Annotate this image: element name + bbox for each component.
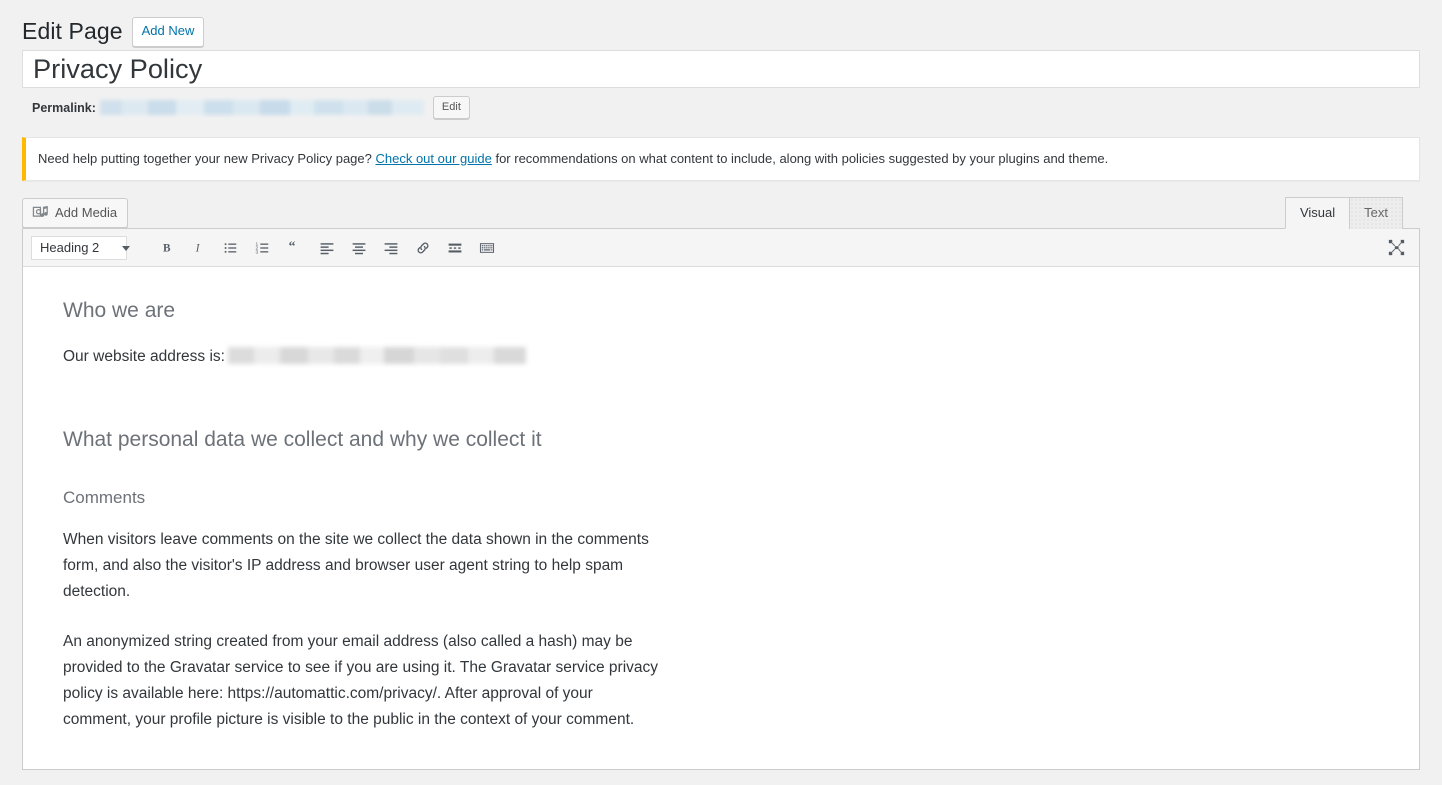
numbered-list-icon[interactable]: 1 2 3 xyxy=(247,235,279,261)
media-icon xyxy=(31,204,49,222)
bold-icon[interactable]: B xyxy=(151,235,183,261)
editor-content-area[interactable]: Who we are Our website address is: What … xyxy=(23,266,1419,769)
svg-text:B: B xyxy=(163,243,171,255)
kitchen-sink-icon[interactable] xyxy=(471,235,503,261)
bulleted-list-icon[interactable] xyxy=(215,235,247,261)
read-more-icon[interactable] xyxy=(439,235,471,261)
permalink-label: Permalink: xyxy=(32,100,96,115)
align-right-icon[interactable] xyxy=(375,235,407,261)
notice-text-after: for recommendations on what content to i… xyxy=(491,151,1109,166)
heading-comments: Comments xyxy=(63,488,146,508)
align-left-icon[interactable] xyxy=(311,235,343,261)
heading-who-we-are: Who we are xyxy=(63,298,176,322)
add-new-button[interactable]: Add New xyxy=(131,17,205,47)
paragraph-comments: When visitors leave comments on the site… xyxy=(63,531,649,601)
svg-text:3: 3 xyxy=(255,249,258,255)
paragraph-website-address: Our website address is: xyxy=(63,344,663,370)
edit-permalink-button[interactable]: Edit xyxy=(432,96,470,119)
page-header: Edit Page Add New xyxy=(22,0,1420,50)
notice-guide-link[interactable]: Check out our guide xyxy=(375,151,491,166)
website-url-redacted xyxy=(227,346,526,364)
align-center-icon[interactable] xyxy=(343,235,375,261)
editor-mode-tabs: Visual Text xyxy=(1284,196,1403,229)
italic-icon[interactable]: I xyxy=(183,235,215,261)
tab-visual[interactable]: Visual xyxy=(1284,196,1351,229)
page-title: Edit Page xyxy=(22,18,123,45)
edit-page-wrap: Edit Page Add New Permalink: Edit Need h… xyxy=(0,0,1442,770)
post-title-input[interactable] xyxy=(22,50,1420,88)
privacy-policy-notice: Need help putting together your new Priv… xyxy=(22,137,1420,181)
link-icon[interactable] xyxy=(407,235,439,261)
permalink-row: Permalink: Edit xyxy=(22,88,1420,122)
svg-text:I: I xyxy=(194,243,200,255)
website-address-prefix: Our website address is: xyxy=(63,347,225,365)
paragraph-gravatar: An anonymized string created from your e… xyxy=(63,633,659,729)
permalink-url-redacted[interactable] xyxy=(99,100,424,115)
media-buttons-row: Add Media Visual Text xyxy=(22,196,1420,229)
editor-toolbar: Heading 2 B I 1 2 3 “ xyxy=(23,228,1419,267)
format-select-wrap: Heading 2 xyxy=(31,235,139,260)
heading-what-personal-data: What personal data we collect and why we… xyxy=(63,427,542,451)
svg-text:“: “ xyxy=(289,240,296,253)
paragraph-format-select[interactable]: Heading 2 xyxy=(31,235,127,260)
content-editor: Heading 2 B I 1 2 3 “ Who we are Our web… xyxy=(22,227,1420,770)
add-media-button[interactable]: Add Media xyxy=(22,197,129,228)
blockquote-icon[interactable]: “ xyxy=(279,235,311,261)
add-media-label: Add Media xyxy=(55,205,118,220)
tab-text[interactable]: Text xyxy=(1349,196,1403,229)
fullscreen-icon[interactable] xyxy=(1383,234,1409,260)
notice-text-before: Need help putting together your new Priv… xyxy=(38,151,376,166)
